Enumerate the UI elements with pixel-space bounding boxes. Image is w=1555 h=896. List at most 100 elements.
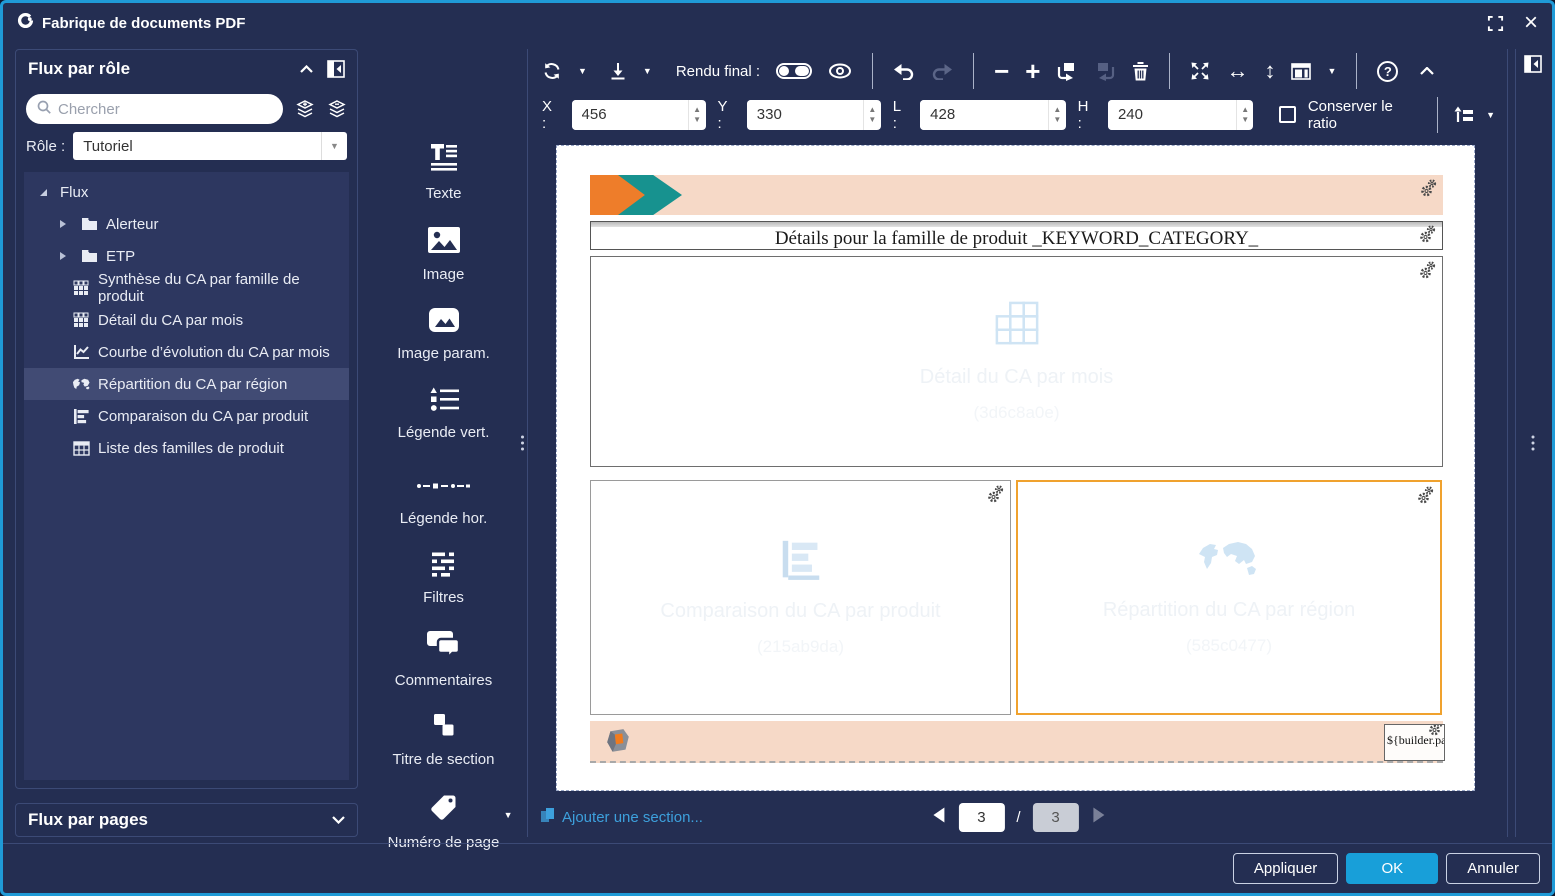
bring-forward-icon[interactable] bbox=[1056, 62, 1078, 81]
tool-filtres[interactable]: Filtres bbox=[369, 551, 519, 606]
tree-node-liste-familles[interactable]: Liste des familles de produit bbox=[24, 432, 349, 464]
reorder-icon[interactable] bbox=[1454, 106, 1474, 123]
placeholder-comparaison-produit[interactable]: Comparaison du CA par produit (215ab9da) bbox=[590, 480, 1011, 715]
preview-eye-icon[interactable] bbox=[828, 63, 852, 79]
stretch-width-icon[interactable]: ↔ bbox=[1226, 58, 1248, 84]
add-section-link[interactable]: Ajouter une section... bbox=[540, 807, 703, 827]
splitter-handle[interactable] bbox=[521, 436, 524, 451]
expand-all-layers-icon[interactable] bbox=[295, 99, 315, 119]
zoom-in-icon[interactable]: + bbox=[1025, 56, 1040, 87]
expander-closed-icon[interactable] bbox=[54, 219, 72, 229]
footer-band-element[interactable]: ${builder.pa bbox=[590, 721, 1443, 763]
tree-node-flux[interactable]: Flux bbox=[24, 176, 349, 208]
role-select[interactable]: Tutoriel ▼ bbox=[73, 132, 347, 160]
tree-node-courbe-evolution[interactable]: Courbe d’évolution du CA par mois bbox=[24, 336, 349, 368]
page-navigator: / 3 bbox=[930, 803, 1106, 832]
close-icon[interactable]: × bbox=[1524, 11, 1538, 35]
collapse-toolbar-icon[interactable] bbox=[1420, 67, 1434, 75]
reorder-dropdown-caret[interactable]: ▼ bbox=[1486, 110, 1495, 120]
image-param-icon bbox=[428, 307, 460, 338]
columns-dropdown-caret[interactable]: ▼ bbox=[1327, 66, 1336, 76]
element-settings-gear-icon[interactable] bbox=[1417, 260, 1437, 280]
collapse-all-layers-icon[interactable] bbox=[327, 99, 347, 119]
ok-button[interactable]: OK bbox=[1346, 853, 1438, 884]
tree-node-synthese-ca[interactable]: Synthèse du CA par famille de produit bbox=[24, 272, 349, 304]
send-backward-icon[interactable] bbox=[1094, 62, 1116, 81]
tool-commentaires[interactable]: Commentaires bbox=[369, 630, 519, 689]
total-pages: 3 bbox=[1033, 803, 1079, 832]
header-band-element[interactable] bbox=[590, 175, 1443, 215]
expander-closed-icon[interactable] bbox=[54, 251, 72, 261]
element-settings-gear-icon[interactable] bbox=[1417, 224, 1437, 244]
tool-legende-hor[interactable]: Légende hor. bbox=[369, 465, 519, 527]
download-icon[interactable] bbox=[609, 62, 627, 80]
width-stepper[interactable]: ▲▼ bbox=[1048, 100, 1065, 130]
element-settings-gear-icon[interactable] bbox=[985, 484, 1005, 504]
next-page-icon[interactable] bbox=[1091, 806, 1107, 829]
tool-titre-section[interactable]: Titre de section bbox=[369, 713, 519, 768]
search-input[interactable] bbox=[58, 101, 273, 118]
legend-vertical-icon bbox=[427, 386, 461, 417]
height-input[interactable] bbox=[1108, 100, 1236, 130]
apply-button[interactable]: Appliquer bbox=[1233, 853, 1338, 884]
refresh-dropdown-caret[interactable]: ▼ bbox=[578, 66, 587, 76]
chevron-down-icon[interactable] bbox=[332, 811, 345, 829]
filters-icon bbox=[430, 551, 458, 582]
y-input[interactable] bbox=[747, 100, 863, 130]
dock-panel-icon[interactable] bbox=[327, 60, 345, 78]
width-input[interactable] bbox=[920, 100, 1048, 130]
element-settings-gear-icon[interactable] bbox=[1426, 724, 1445, 737]
rendu-final-label: Rendu final : bbox=[676, 63, 760, 80]
separator bbox=[1169, 53, 1170, 89]
y-stepper[interactable]: ▲▼ bbox=[863, 100, 881, 130]
current-page-input[interactable] bbox=[958, 803, 1004, 832]
redo-icon[interactable] bbox=[931, 63, 953, 80]
splitter-handle[interactable] bbox=[1531, 436, 1534, 451]
element-settings-gear-icon[interactable] bbox=[1415, 485, 1435, 505]
flux-par-pages-panel[interactable]: Flux par pages bbox=[15, 803, 358, 837]
document-page[interactable]: Détails pour la famille de produit _KEYW… bbox=[556, 145, 1475, 791]
tree-node-detail-ca-mois[interactable]: Détail du CA par mois bbox=[24, 304, 349, 336]
placeholder-detail-ca-mois[interactable]: Détail du CA par mois (3d6c8a0e) bbox=[590, 256, 1443, 467]
height-stepper[interactable]: ▲▼ bbox=[1236, 100, 1253, 130]
tool-image[interactable]: Image bbox=[369, 226, 519, 283]
expand-right-panel-icon[interactable] bbox=[1524, 55, 1542, 78]
undo-icon[interactable] bbox=[893, 63, 915, 80]
tool-image-param[interactable]: Image param. bbox=[369, 307, 519, 362]
document-title-element[interactable]: Détails pour la famille de produit _KEYW… bbox=[590, 221, 1443, 250]
role-value: Tutoriel bbox=[73, 132, 321, 160]
fit-expand-icon[interactable] bbox=[1190, 61, 1210, 81]
chevron-down-icon[interactable]: ▼ bbox=[504, 810, 513, 820]
delete-icon[interactable] bbox=[1132, 62, 1149, 81]
download-dropdown-caret[interactable]: ▼ bbox=[643, 66, 652, 76]
rendu-final-toggle[interactable] bbox=[776, 63, 812, 79]
columns-layout-icon[interactable] bbox=[1291, 63, 1311, 80]
placeholder-repartition-region-selected[interactable]: Répartition du CA par région (585c0477) bbox=[1016, 480, 1442, 715]
app-logo-icon bbox=[17, 12, 34, 34]
help-icon[interactable]: ? bbox=[1377, 61, 1398, 82]
tree-node-comparaison-produit[interactable]: Comparaison du CA par produit bbox=[24, 400, 349, 432]
cancel-button[interactable]: Annuler bbox=[1446, 853, 1540, 884]
collapse-panel-icon[interactable] bbox=[300, 65, 313, 73]
maximize-icon[interactable] bbox=[1487, 15, 1504, 32]
element-settings-gear-icon[interactable] bbox=[1418, 178, 1438, 198]
stretch-height-icon[interactable]: ↕ bbox=[1264, 58, 1275, 84]
previous-page-icon[interactable] bbox=[930, 806, 946, 829]
keep-ratio-checkbox[interactable] bbox=[1279, 106, 1295, 123]
tool-legende-vert[interactable]: Légende vert. bbox=[369, 386, 519, 441]
refresh-icon[interactable] bbox=[542, 61, 562, 81]
page-number-token-element[interactable]: ${builder.pa bbox=[1384, 724, 1445, 761]
tool-texte[interactable]: Texte bbox=[369, 141, 519, 202]
zoom-out-icon[interactable]: − bbox=[994, 56, 1009, 87]
left-sidebar: Flux par rôle Rôle : Tutoriel ▼ bbox=[15, 49, 358, 837]
separator bbox=[1437, 97, 1438, 133]
x-input[interactable] bbox=[572, 100, 688, 130]
bar-chart-placeholder-icon bbox=[779, 539, 823, 586]
x-stepper[interactable]: ▲▼ bbox=[688, 100, 706, 130]
chevron-down-icon[interactable]: ▼ bbox=[321, 132, 347, 160]
tree-node-etp[interactable]: ETP bbox=[24, 240, 349, 272]
expander-open-icon[interactable] bbox=[34, 188, 52, 197]
tree-node-alerteur[interactable]: Alerteur bbox=[24, 208, 349, 240]
text-icon bbox=[428, 141, 460, 178]
tree-node-repartition-region[interactable]: Répartition du CA par région bbox=[24, 368, 349, 400]
